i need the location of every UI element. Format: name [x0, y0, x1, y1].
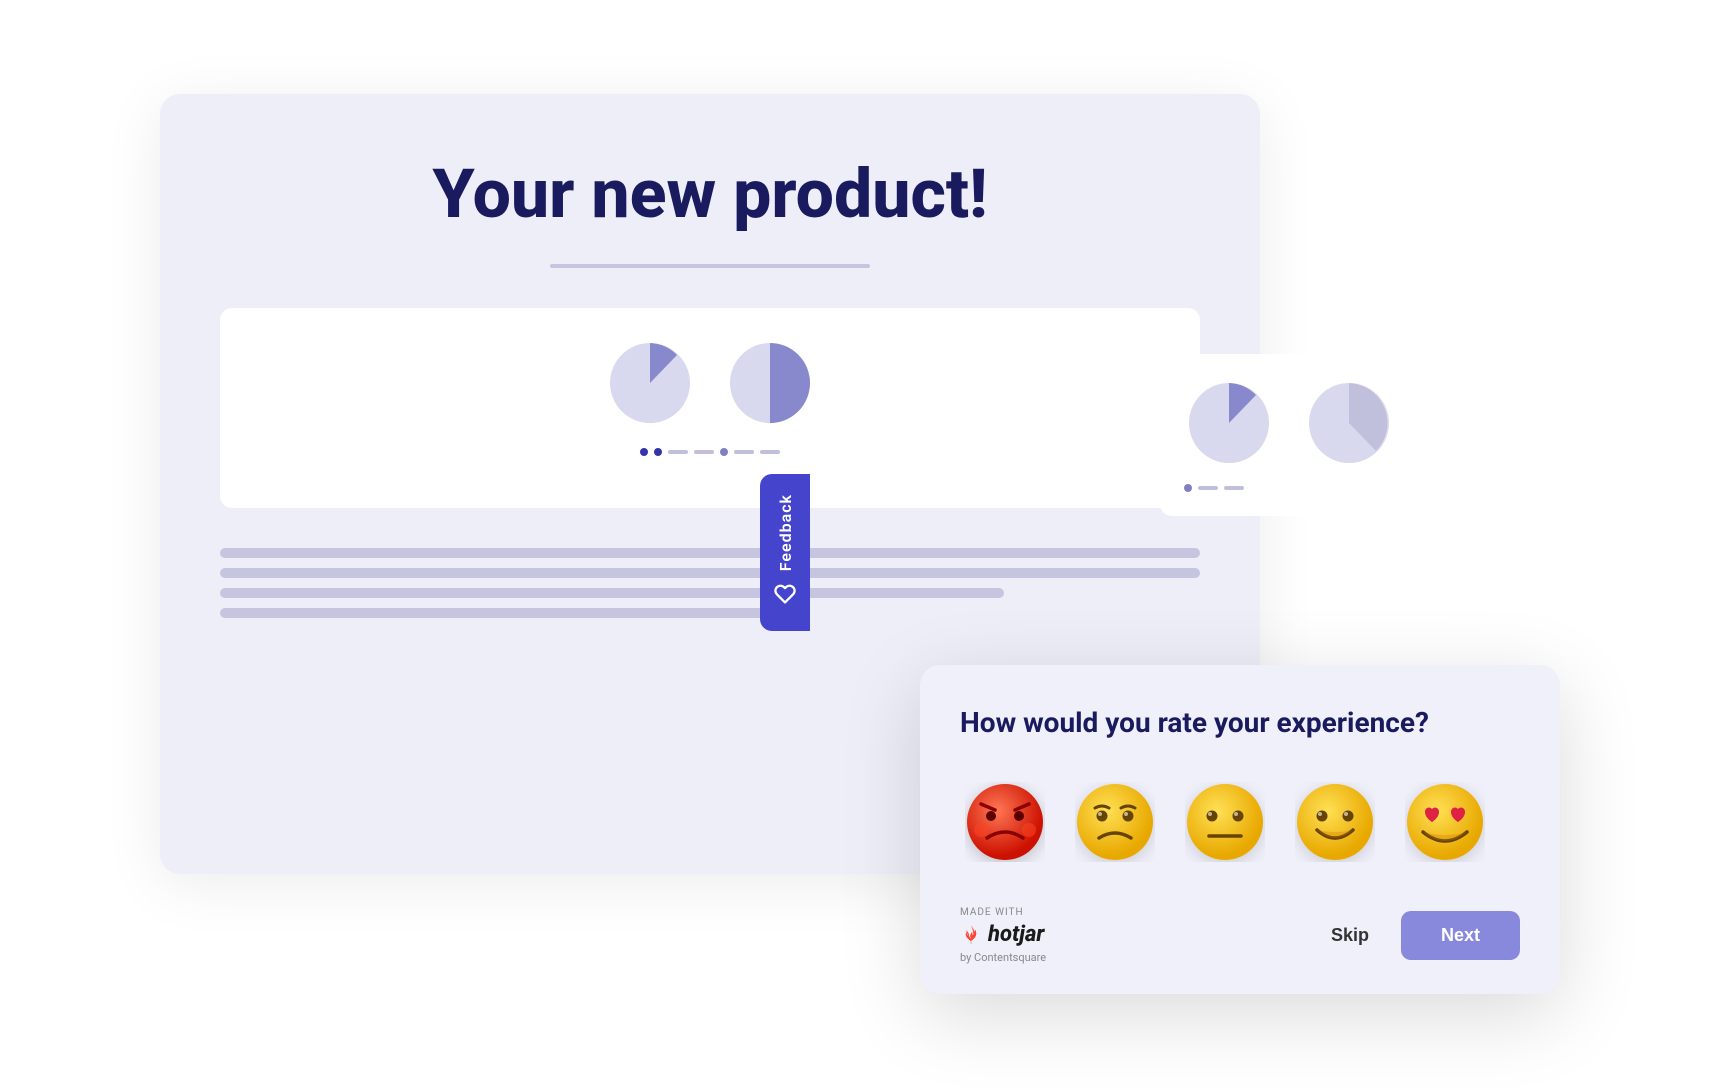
dot — [640, 448, 648, 456]
pie-chart-4 — [1304, 378, 1394, 468]
chart-card-right — [1160, 354, 1440, 516]
made-with-label: MADE WITH — [960, 907, 1046, 918]
emoji-angry-button[interactable] — [960, 777, 1050, 867]
dot — [720, 448, 728, 456]
product-title: Your new product! — [432, 154, 987, 234]
dot-dash — [760, 450, 780, 454]
text-lines — [220, 548, 1200, 618]
dot-dash — [668, 450, 688, 454]
dot-dash — [1224, 486, 1244, 490]
text-line — [220, 588, 1004, 598]
feedback-icon — [774, 583, 796, 611]
pie-chart-3 — [1184, 378, 1274, 468]
hotjar-flame-icon — [960, 924, 982, 946]
emoji-neutral-button[interactable] — [1180, 777, 1270, 867]
by-contentsquare-label: by Contentsquare — [960, 951, 1046, 964]
footer-actions: Skip Next — [1315, 911, 1520, 960]
chart-card-left — [220, 308, 1200, 508]
hotjar-brand: MADE WITH hotjar by Contentsquare — [960, 907, 1046, 964]
emoji-row — [960, 777, 1520, 867]
dot — [654, 448, 662, 456]
dots-row-2 — [1184, 484, 1416, 492]
charts-row — [220, 308, 1200, 508]
next-button[interactable]: Next — [1401, 911, 1520, 960]
hotjar-logo-row: hotjar — [960, 922, 1046, 947]
pie-charts-right — [1184, 378, 1416, 468]
survey-footer: MADE WITH hotjar by Contentsquare Skip N… — [960, 907, 1520, 964]
pie-chart-1 — [605, 338, 695, 428]
dot-dash — [694, 450, 714, 454]
dot — [1184, 484, 1192, 492]
pie-chart-2 — [725, 338, 815, 428]
skip-button[interactable]: Skip — [1315, 915, 1385, 956]
text-line — [220, 568, 1200, 578]
dot-dash — [734, 450, 754, 454]
emoji-sad-button[interactable] — [1070, 777, 1160, 867]
divider — [550, 264, 870, 268]
survey-question: How would you rate your experience? — [960, 705, 1520, 741]
emoji-love-button[interactable] — [1400, 777, 1490, 867]
feedback-tab-label: Feedback — [776, 494, 795, 571]
pie-charts-left — [605, 338, 815, 428]
survey-card: How would you rate your experience? — [920, 665, 1560, 994]
emoji-happy-button[interactable] — [1290, 777, 1380, 867]
hotjar-brand-name: hotjar — [988, 922, 1044, 947]
text-line — [220, 608, 808, 618]
text-line — [220, 548, 1200, 558]
dots-row-1 — [640, 448, 780, 456]
scene: Your new product! — [160, 94, 1560, 994]
dot-dash — [1198, 486, 1218, 490]
feedback-tab[interactable]: Feedback — [760, 474, 810, 631]
